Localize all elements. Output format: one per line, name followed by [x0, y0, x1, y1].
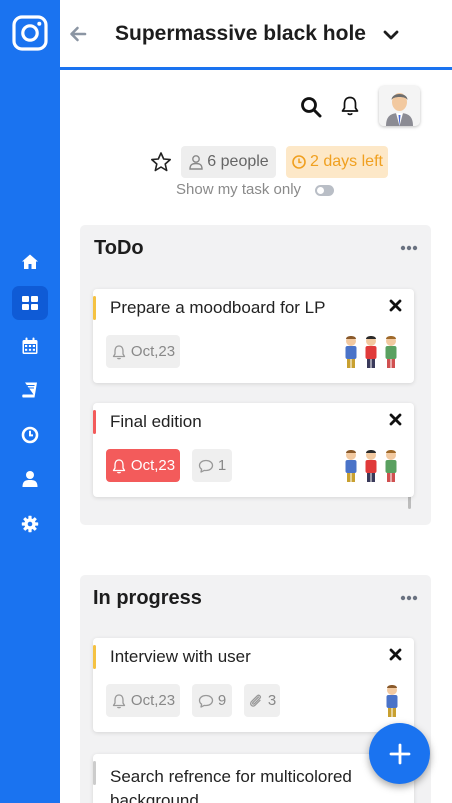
task-card[interactable]: Interview with user Oct,23 9 3 — [93, 638, 414, 732]
gear-icon — [21, 515, 39, 533]
due-date-chip[interactable]: Oct,23 — [106, 335, 180, 368]
top-header: Supermassive black hole — [60, 0, 452, 70]
priority-bar — [93, 645, 96, 669]
sidebar-item-calendar[interactable] — [12, 329, 48, 363]
user-avatar[interactable] — [379, 86, 420, 126]
comment-icon — [198, 459, 213, 473]
clock-icon — [292, 155, 306, 169]
due-date-chip[interactable]: Oct,23 — [106, 684, 180, 717]
bell-icon — [112, 344, 126, 359]
plus-icon — [389, 743, 410, 764]
sidebar-item-dashboard[interactable] — [12, 286, 48, 320]
priority-bar — [93, 296, 96, 320]
column-title: ToDo — [94, 237, 144, 259]
comments-count: 9 — [217, 692, 227, 709]
clock-icon — [21, 426, 39, 444]
sidebar-item-history[interactable] — [12, 418, 48, 452]
task-card[interactable]: Final edition Oct,23 1 — [93, 403, 414, 497]
dashboard-icon — [22, 296, 38, 310]
sidebar-item-book[interactable] — [12, 373, 48, 407]
members-avatars[interactable] — [339, 334, 405, 370]
task-title: Final edition — [110, 412, 202, 431]
more-icon[interactable] — [400, 245, 418, 251]
task-card[interactable]: Search refrence for multicolored backgro… — [93, 754, 414, 803]
search-icon[interactable] — [300, 96, 322, 118]
user-icon — [22, 471, 38, 487]
app-root: Supermassive black hole 6 people 2 days … — [0, 0, 452, 803]
add-task-button[interactable] — [369, 723, 430, 784]
sidebar-item-profile[interactable] — [12, 462, 48, 496]
close-icon[interactable] — [389, 413, 402, 426]
comments-chip[interactable]: 1 — [192, 449, 232, 482]
comment-icon — [198, 694, 213, 708]
close-icon[interactable] — [389, 648, 402, 661]
days-left-chip: 2 days left — [286, 146, 388, 178]
task-title: Prepare a moodboard for LP — [110, 298, 326, 317]
user-icon — [189, 155, 203, 170]
members-avatars[interactable] — [381, 683, 403, 719]
sidebar-item-home[interactable] — [12, 245, 48, 279]
chevron-down-icon[interactable] — [382, 27, 400, 43]
bell-icon — [112, 458, 126, 473]
page-title: Supermassive black hole — [115, 22, 366, 45]
bell-icon — [112, 693, 126, 708]
book-icon — [22, 382, 37, 398]
calendar-icon — [22, 337, 38, 354]
comments-chip[interactable]: 9 — [192, 684, 232, 717]
due-date-label: Oct,23 — [130, 457, 176, 474]
sidebar — [0, 0, 60, 803]
back-arrow-icon[interactable] — [68, 24, 88, 44]
task-title: Search refrence for multicolored backgro… — [110, 767, 352, 803]
attachments-count: 3 — [267, 692, 277, 709]
paperclip-icon — [249, 694, 261, 707]
show-my-tasks-toggle[interactable] — [315, 185, 334, 196]
column-title: In progress — [93, 587, 202, 609]
due-date-label: Oct,23 — [130, 343, 176, 360]
bell-icon[interactable] — [340, 95, 360, 117]
task-card[interactable]: Prepare a moodboard for LP Oct,23 — [93, 289, 414, 383]
task-title: Interview with user — [110, 647, 251, 666]
more-icon[interactable] — [400, 595, 418, 601]
priority-bar — [93, 410, 96, 434]
people-count-chip[interactable]: 6 people — [181, 146, 276, 178]
attachments-chip[interactable]: 3 — [244, 684, 280, 717]
due-date-chip[interactable]: Oct,23 — [106, 449, 180, 482]
home-icon — [22, 254, 38, 269]
priority-bar — [93, 761, 96, 785]
days-left-label: 2 days left — [310, 153, 383, 170]
star-icon[interactable] — [150, 151, 172, 173]
sidebar-item-settings[interactable] — [12, 507, 48, 541]
members-avatars[interactable] — [339, 448, 405, 484]
show-my-tasks-label: Show my task only — [176, 181, 302, 198]
people-count-label: 6 people — [207, 153, 269, 170]
app-logo[interactable] — [12, 15, 48, 51]
comments-count: 1 — [217, 457, 227, 474]
close-icon[interactable] — [389, 299, 402, 312]
due-date-label: Oct,23 — [130, 692, 176, 709]
